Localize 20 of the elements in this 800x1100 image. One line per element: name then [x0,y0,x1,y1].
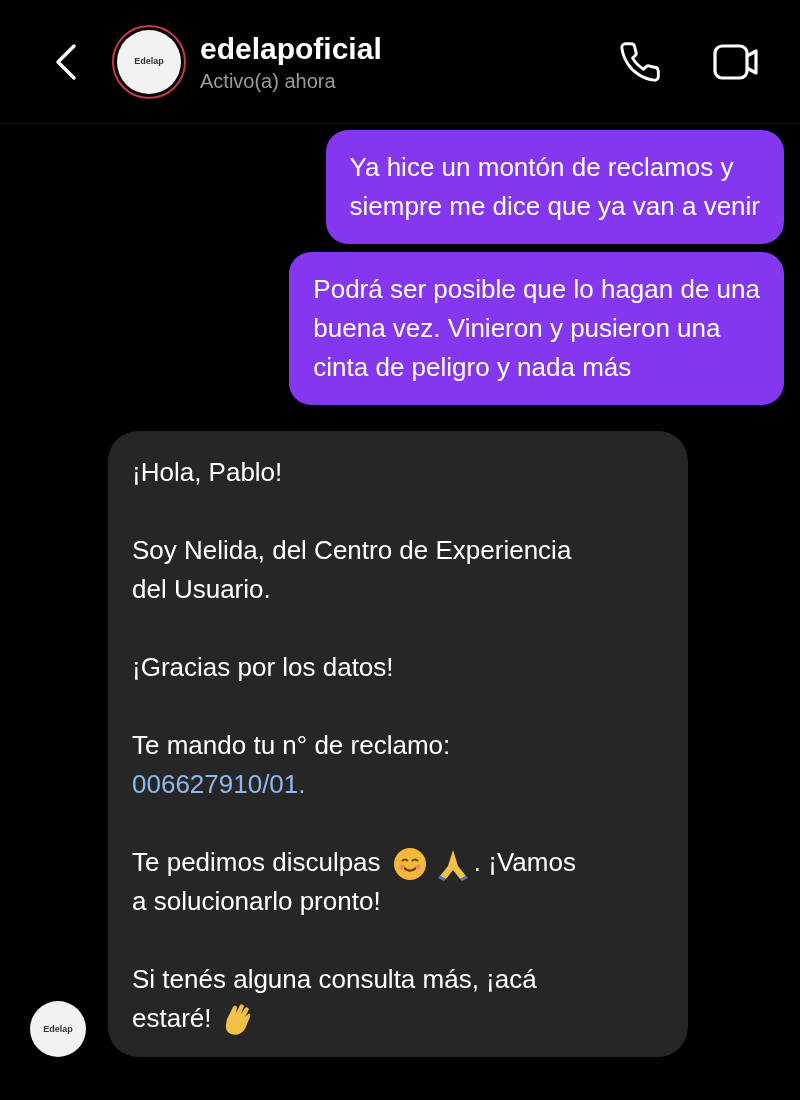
video-call-button[interactable] [712,41,760,82]
message-paragraph: Te pedimos disculpas . ¡Vamos a solucionarlo pronto! [132,845,577,919]
claim-number-link[interactable]: 006627910/01. [132,769,306,799]
video-camera-icon [712,41,760,82]
message-paragraph: ¡Hola, Pablo! [132,456,284,489]
smiling-face-icon [391,846,428,883]
sent-message-bubble: Ya hice un montón de reclamos y siempre me dice que ya van a venir [325,130,784,244]
avatar-logo-text: Edelap [43,1022,73,1036]
message-paragraph: Te mando tu n° de reclamo: 006627910/01. [132,729,452,801]
avatar-logo-text: Edelap [134,54,164,68]
avatar[interactable]: Edelap [30,1001,86,1058]
sent-message-bubble: Podrá ser posible que lo hagan de una buena vez. Vinieron y pusieron una cinta de peligro y nada más [289,252,784,405]
username: edelapoficial [200,30,382,67]
phone-icon [618,39,662,84]
voice-call-button[interactable] [618,39,662,84]
message-paragraph: Soy Nelida, del Centro de Experiencia del Usuario. [132,534,573,606]
message-paragraph: ¡Gracias por los datos! [132,651,395,684]
message-paragraph: Si tenés alguna consulta más, ¡acá estaré! [132,960,664,1040]
avatar[interactable]: Edelap [112,24,186,99]
status-text: Activo(a) ahora [200,68,337,94]
